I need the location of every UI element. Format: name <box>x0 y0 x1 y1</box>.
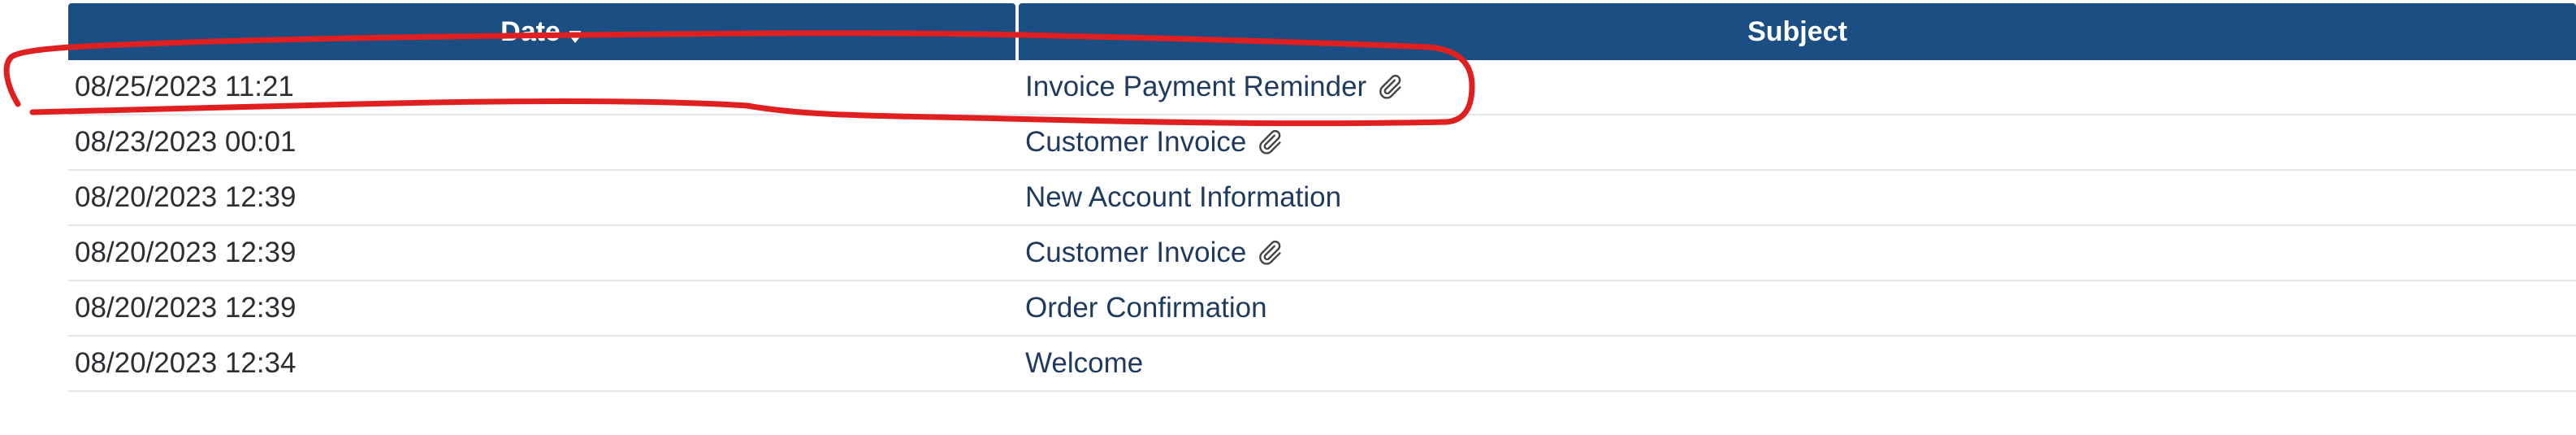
paperclip-icon <box>1254 237 1284 268</box>
subject-text: Welcome <box>1025 347 1144 379</box>
cell-date: 08/20/2023 12:39 <box>75 292 297 324</box>
table-row[interactable]: 08/25/2023 11:21 Invoice Payment Reminder <box>68 60 2576 115</box>
table-body: 08/25/2023 11:21 Invoice Payment Reminder… <box>68 60 2576 392</box>
cell-subject: New Account Information <box>1019 181 2576 214</box>
subject-text: Customer Invoice <box>1025 126 1247 158</box>
cell-subject: Customer Invoice <box>1019 126 2576 159</box>
table-row[interactable]: 08/20/2023 12:39 New Account Information <box>68 171 2576 226</box>
column-header-subject[interactable]: Subject <box>1019 3 2576 60</box>
table-row[interactable]: 08/20/2023 12:39 Order Confirmation <box>68 281 2576 337</box>
column-header-date[interactable]: Date <box>68 3 1015 60</box>
cell-date: 08/20/2023 12:34 <box>75 347 297 379</box>
subject-text: Invoice Payment Reminder <box>1025 71 1367 102</box>
subject-text: Order Confirmation <box>1025 292 1267 324</box>
cell-date: 08/20/2023 12:39 <box>75 237 297 268</box>
cell-subject: Invoice Payment Reminder <box>1019 71 2576 103</box>
table-row[interactable]: 08/20/2023 12:34 Welcome <box>68 337 2576 392</box>
cell-date: 08/20/2023 12:39 <box>75 181 297 213</box>
column-header-date-label: Date <box>500 15 561 47</box>
cell-date: 08/25/2023 11:21 <box>75 71 294 102</box>
subject-text: Customer Invoice <box>1025 237 1247 268</box>
table-header: Date Subject <box>68 3 2576 60</box>
cell-date: 08/23/2023 00:01 <box>75 126 297 158</box>
cell-subject: Customer Invoice <box>1019 237 2576 269</box>
subject-text: New Account Information <box>1025 181 1342 213</box>
paperclip-icon <box>1254 127 1284 158</box>
table-row[interactable]: 08/23/2023 00:01 Customer Invoice <box>68 115 2576 171</box>
email-table: Date Subject 08/25/2023 11:21 Invoice Pay… <box>68 3 2576 392</box>
sort-descending-icon <box>567 22 583 43</box>
cell-subject: Welcome <box>1019 347 2576 380</box>
column-header-subject-label: Subject <box>1747 15 1847 47</box>
table-row[interactable]: 08/20/2023 12:39 Customer Invoice <box>68 226 2576 281</box>
paperclip-icon <box>1375 72 1404 102</box>
cell-subject: Order Confirmation <box>1019 292 2576 324</box>
